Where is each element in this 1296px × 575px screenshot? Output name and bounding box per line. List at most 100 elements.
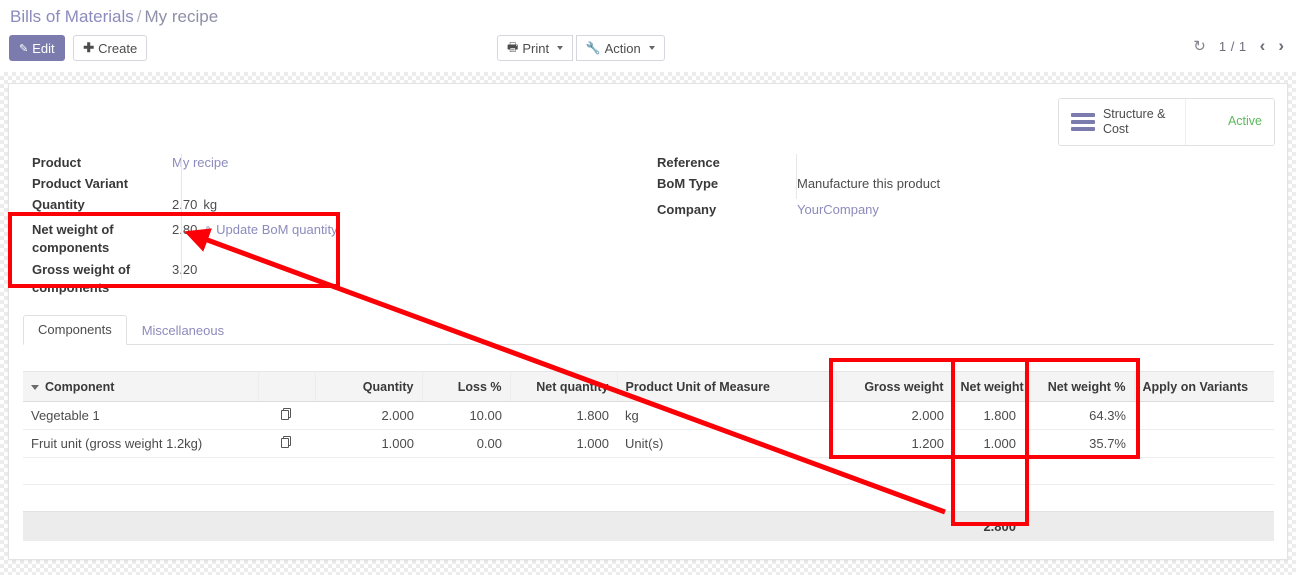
field-company: Company YourCompany [657, 201, 1017, 222]
cell-gross-weight[interactable]: 2.000 [836, 401, 952, 430]
field-gross-weight-of-components-label: Gross weight of components [32, 262, 131, 295]
print-button-label: Print [522, 40, 550, 56]
breadcrumb-current: My recipe [144, 7, 219, 26]
update-bom-quantity-button[interactable]: ⇑ Update BoM quantity [203, 221, 337, 240]
tab-miscellaneous[interactable]: Miscellaneous [127, 316, 239, 345]
pager-previous-button[interactable]: ‹ [1260, 36, 1266, 56]
form-column-divider [181, 154, 182, 280]
field-product-variant-label: Product Variant [32, 176, 129, 191]
field-net-weight-of-components-value-wrap: 2.80 ⇑ Update BoM quantity [172, 221, 362, 240]
edit-button[interactable]: ✎ Edit [9, 35, 65, 61]
field-net-weight-of-components-label: Net weight of components [32, 222, 114, 255]
column-header-apply-on-variants[interactable]: Apply on Variants [1134, 371, 1274, 402]
form-column-left: Product My recipe Product Variant Quanti… [32, 154, 362, 297]
cell-loss-percent[interactable]: 10.00 [422, 401, 510, 430]
field-reference-label: Reference [657, 155, 720, 170]
field-quantity-label: Quantity [32, 197, 85, 212]
cell-net-quantity[interactable]: 1.000 [510, 429, 617, 458]
cell-component[interactable]: Fruit unit (gross weight 1.2kg) [23, 429, 258, 458]
column-header-loss-percent[interactable]: Loss % [422, 371, 511, 402]
notebook-tabs: Components Miscellaneous [23, 314, 1274, 345]
form-column-divider [796, 154, 797, 199]
field-quantity-number: 2.70 [172, 197, 198, 212]
cell-product-unit-of-measure[interactable]: Unit(s) [617, 429, 836, 458]
cell-duplicate-action[interactable] [258, 429, 315, 458]
column-header-component-label: Component [45, 379, 115, 394]
pager: ↻ 1 / 1 ‹ › [1193, 36, 1284, 56]
record-actions: ✎ Edit ✚ Create [9, 35, 148, 61]
field-product-value[interactable]: My recipe [172, 154, 362, 172]
cell-net-weight-percent[interactable]: 64.3% [1024, 401, 1134, 430]
stat-button-structure-and-cost[interactable]: Structure & Cost [1058, 99, 1185, 145]
add-a-line-cell[interactable] [23, 457, 1274, 485]
tab-components[interactable]: Components [23, 315, 127, 345]
cell-product-unit-of-measure[interactable]: kg [617, 401, 836, 430]
components-list: Component Quantity Loss % Net quantity P… [23, 371, 1274, 541]
chevron-down-icon [557, 46, 564, 50]
field-net-weight-of-components-value: 2.80 [172, 222, 198, 237]
column-header-component[interactable]: Component [23, 371, 259, 402]
field-company-value[interactable]: YourCompany [797, 201, 1017, 219]
field-quantity: Quantity 2.70 kg [32, 196, 362, 217]
cell-net-weight-percent[interactable]: 35.7% [1024, 429, 1134, 458]
column-header-net-weight-percent[interactable]: Net weight % [1024, 371, 1135, 402]
cell-net-weight[interactable]: 1.800 [952, 401, 1024, 430]
cell-duplicate-action[interactable] [258, 401, 315, 430]
field-quantity-unit: kg [203, 197, 218, 212]
cell-component[interactable]: Vegetable 1 [23, 401, 258, 430]
plus-icon: ✚ [83, 40, 95, 55]
footer-net-weight-total: 2.800 [952, 511, 1024, 541]
pager-next-button[interactable]: › [1278, 36, 1284, 56]
chevron-down-icon [31, 384, 39, 390]
create-button-label: Create [98, 40, 138, 56]
form-column-right: Reference BoM Type Manufacture this prod… [657, 154, 1017, 222]
cell-gross-weight[interactable]: 1.200 [836, 429, 952, 458]
stat-button-box: Structure & Cost Active [1057, 98, 1275, 146]
cell-net-quantity[interactable]: 1.800 [510, 401, 617, 430]
table-empty-row[interactable] [23, 457, 1274, 485]
breadcrumb-parent-link[interactable]: Bills of Materials [10, 7, 134, 26]
cell-apply-on-variants[interactable] [1134, 429, 1274, 458]
cell-quantity[interactable]: 1.000 [315, 429, 422, 458]
field-net-weight-of-components: Net weight of components 2.80 ⇑ Update B… [32, 221, 362, 257]
refresh-icon[interactable]: ↻ [1193, 39, 1206, 54]
print-menu-button[interactable]: 🖶 Print [497, 35, 574, 61]
column-header-quantity[interactable]: Quantity [315, 371, 423, 402]
cell-net-weight[interactable]: 1.000 [952, 429, 1024, 458]
cell-quantity[interactable]: 2.000 [315, 401, 422, 430]
table-footer-row: 2.800 [23, 511, 1274, 541]
footer-blank-right [1024, 511, 1274, 541]
edit-button-label: Edit [32, 40, 55, 56]
field-gross-weight-of-components: Gross weight of components 3.20 [32, 261, 362, 297]
cell-loss-percent[interactable]: 0.00 [422, 429, 510, 458]
up-arrow-icon: ⇑ [203, 225, 213, 237]
pencil-icon: ✎ [19, 42, 29, 55]
field-product: Product My recipe [32, 154, 362, 175]
create-button[interactable]: ✚ Create [73, 35, 148, 61]
list-bars-icon [1070, 112, 1095, 131]
field-bom-type: BoM Type Manufacture this product [657, 175, 1017, 196]
table-spacer-row [23, 485, 1274, 512]
update-bom-quantity-label: Update BoM quantity [216, 222, 338, 237]
components-table: Component Quantity Loss % Net quantity P… [23, 371, 1274, 541]
control-panel: Bills of Materials / My recipe ✎ Edit ✚ Cr… [0, 0, 1296, 72]
table-row[interactable]: Fruit unit (gross weight 1.2kg) 1.000 0.… [23, 429, 1274, 458]
cell-apply-on-variants[interactable] [1134, 401, 1274, 430]
column-header-net-weight[interactable]: Net weight [952, 371, 1025, 402]
stat-button-active[interactable]: Active [1184, 99, 1274, 145]
action-button-label: Action [604, 40, 641, 56]
breadcrumb-separator: / [136, 7, 142, 26]
footer-blank-left [23, 511, 952, 541]
column-header-gross-weight[interactable]: Gross weight [836, 371, 953, 402]
field-quantity-value[interactable]: 2.70 kg [172, 196, 362, 214]
table-spacer-cell [23, 485, 1274, 512]
pager-count[interactable]: 1 / 1 [1219, 39, 1247, 54]
action-menu-button[interactable]: 🔧 Action [575, 35, 665, 61]
field-bom-type-value[interactable]: Manufacture this product [797, 175, 1017, 193]
stat-button-structure-and-cost-label: Structure & Cost [1102, 107, 1166, 136]
table-row[interactable]: Vegetable 1 2.000 10.00 1.800 kg 2.000 1… [23, 401, 1274, 430]
column-header-net-quantity[interactable]: Net quantity [510, 371, 618, 402]
document-actions: 🖶 Print 🔧 Action [497, 35, 665, 61]
stat-button-active-label: Active [1227, 114, 1262, 129]
column-header-product-unit-of-measure[interactable]: Product Unit of Measure [617, 371, 837, 402]
